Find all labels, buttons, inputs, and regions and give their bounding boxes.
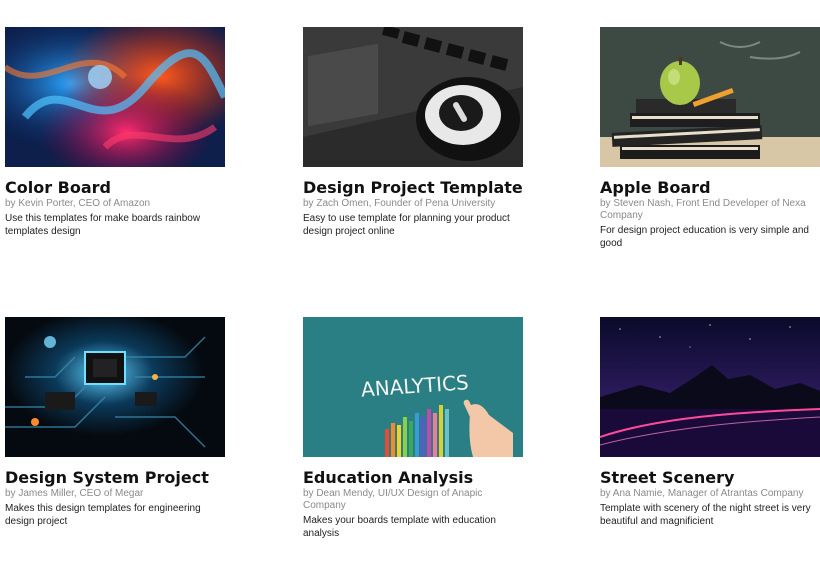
template-card-education-analysis[interactable]: ANALYTICS Education Analysis by Dean Men… [303,317,525,540]
card-description: Easy to use template for planning your p… [303,213,510,237]
card-title[interactable]: Apple Board [600,178,820,197]
card-description: Makes this design templates for engineer… [5,503,201,527]
night-street-thumbnail[interactable] [600,317,820,457]
apple-books-image [600,27,820,167]
circuit-board-image [5,317,225,457]
circuit-board-thumbnail[interactable] [5,317,225,457]
card-description: Template with scenery of the night stree… [600,503,811,527]
template-card-design-project-template[interactable]: Design Project Template by Zach Omen, Fo… [303,27,525,238]
color-smoke-image [5,27,225,167]
card-author: by Steven Nash, Front End Developer of N… [600,198,806,221]
keyboard-mouse-image [303,27,523,167]
card-title[interactable]: Street Scenery [600,468,820,487]
apple-books-thumbnail[interactable] [600,27,820,167]
card-title[interactable]: Education Analysis [303,468,525,487]
template-card-street-scenery[interactable]: Street Scenery by Ana Namie, Manager of … [600,317,820,528]
card-description: Makes your boards template with educatio… [303,515,496,539]
template-card-design-system-project[interactable]: Design System Project by James Miller, C… [5,317,227,528]
card-description: For design project education is very sim… [600,225,809,249]
card-author: by Ana Namie, Manager of Atrantas Compan… [600,488,804,499]
card-description: Use this templates for make boards rainb… [5,213,201,237]
night-street-image [600,317,820,457]
card-author: by Zach Omen, Founder of Pena University [303,198,496,209]
card-title[interactable]: Design Project Template [303,178,525,197]
card-author: by Dean Mendy, UI/UX Design of Anapic Co… [303,488,483,511]
analytics-chalkboard-image: ANALYTICS [303,317,523,457]
analytics-thumbnail[interactable]: ANALYTICS [303,317,523,457]
card-title[interactable]: Color Board [5,178,227,197]
template-card-color-board[interactable]: Color Board by Kevin Porter, CEO of Amaz… [5,27,227,238]
card-title[interactable]: Design System Project [5,468,227,487]
card-author: by James Miller, CEO of Megar [5,488,144,499]
card-author: by Kevin Porter, CEO of Amazon [5,198,151,209]
color-smoke-thumbnail[interactable] [5,27,225,167]
template-card-apple-board[interactable]: Apple Board by Steven Nash, Front End De… [600,27,820,250]
keyboard-mouse-thumbnail[interactable] [303,27,523,167]
